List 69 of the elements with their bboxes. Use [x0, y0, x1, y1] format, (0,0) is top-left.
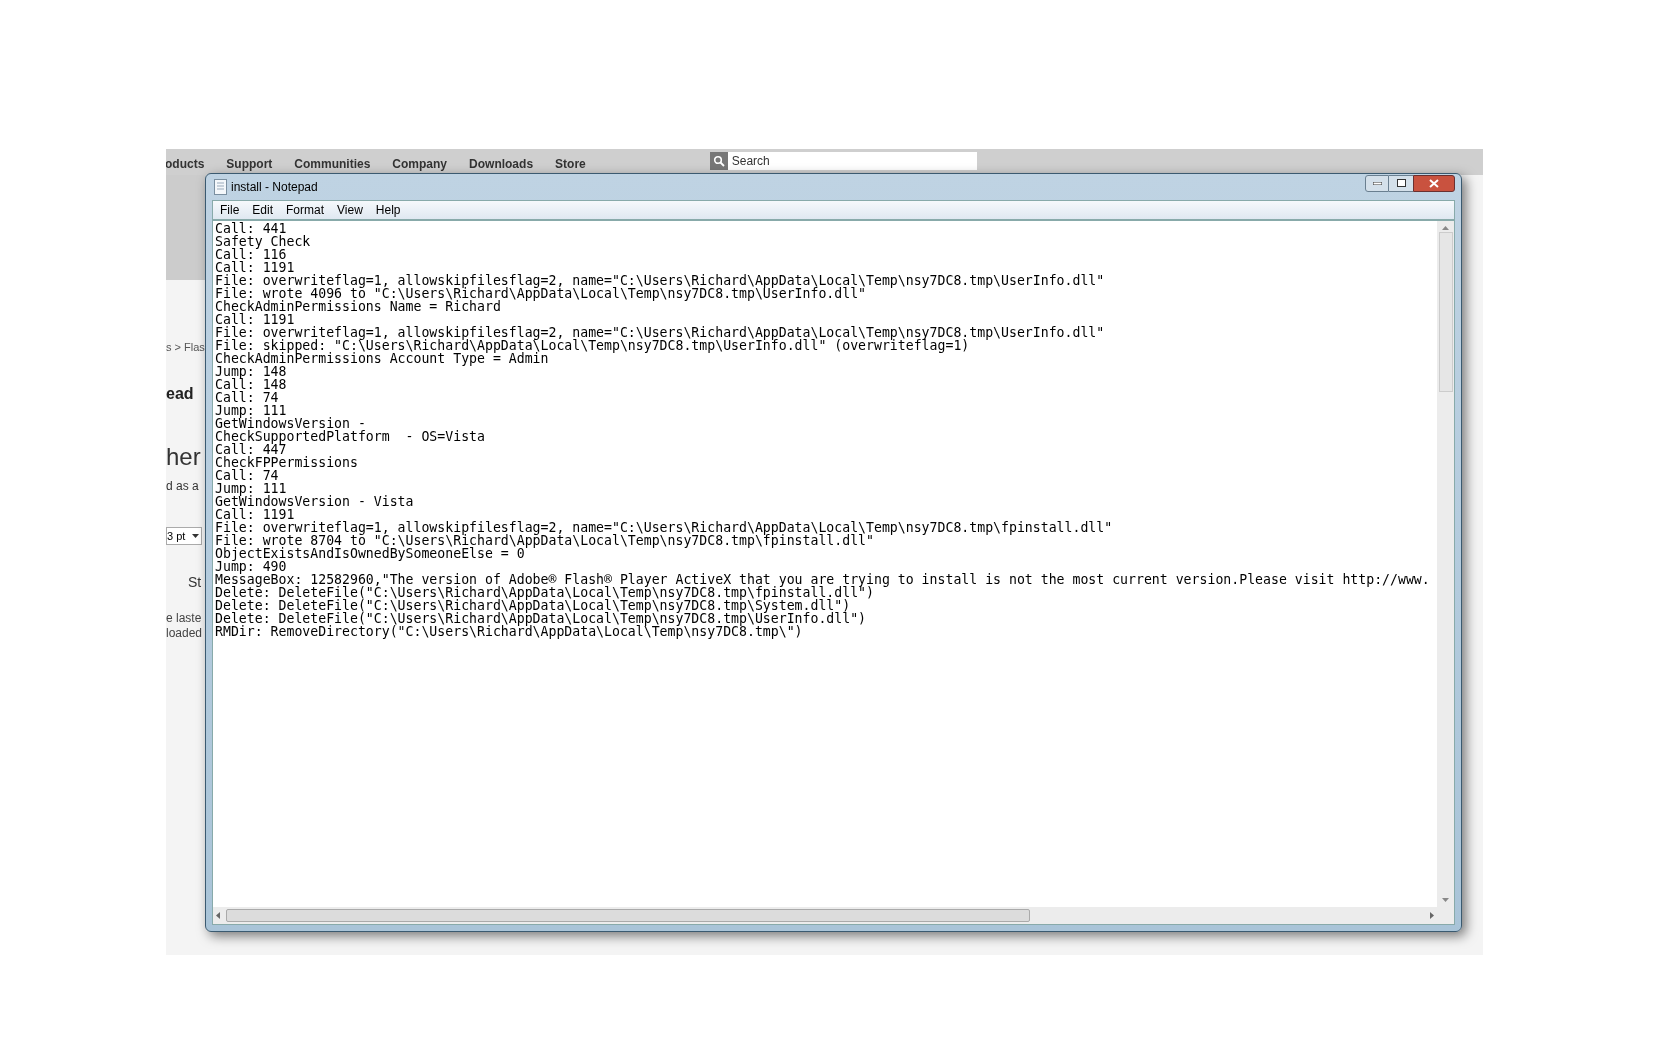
text-line: CheckSupportedPlatform - OS=Vista [215, 430, 485, 443]
text-line: ObjectExistsAndIsOwnedBySomeoneElse = 0 [215, 547, 525, 560]
text-line: File: overwriteflag=1, allowskipfilesflag=2, name="C:\Users\Richard\AppData\Local\Temp\nsy7DC8.tmp\fpinstall.dll" [215, 521, 1113, 534]
text-line: Call: 148 [215, 378, 287, 391]
scroll-up-icon [1442, 226, 1449, 230]
vertical-scrollbar[interactable] [1437, 221, 1454, 907]
font-size-dropdown[interactable]: 3 pt [166, 527, 202, 545]
scroll-thumb[interactable] [226, 909, 1030, 922]
text-line: Delete: DeleteFile("C:\Users\Richard\AppData\Local\Temp\nsy7DC8.tmp\UserInfo.dll") [215, 612, 867, 625]
text-line: MessageBox: 12582960,"The version of Adobe® Flash® Player ActiveX that you are trying to install is not the most current version.Please visit http://www. [215, 573, 1430, 586]
text-line: Delete: DeleteFile("C:\Users\Richard\AppData\Local\Temp\nsy7DC8.tmp\System.dll") [215, 599, 851, 612]
nav-link[interactable]: Store [555, 155, 586, 173]
caret-icon [192, 534, 199, 538]
menu-item[interactable]: View [337, 201, 363, 219]
text-line: GetWindowsVersion - [215, 417, 366, 430]
nav-link[interactable]: Company [392, 155, 448, 173]
text-line: File: wrote 8704 to "C:\Users\Richard\AppData\Local\Temp\nsy7DC8.tmp\fpinstall.dll" [215, 534, 874, 547]
text-fragment: e laste [166, 611, 203, 626]
text-line: Safety Check [215, 235, 311, 248]
text-line: File: overwriteflag=1, allowskipfilesflag=2, name="C:\Users\Richard\AppData\Local\Temp\nsy7DC8.tmp\UserInfo.dll" [215, 326, 1105, 339]
text-line: GetWindowsVersion - Vista [215, 495, 414, 508]
text-line: Delete: DeleteFile("C:\Users\Richard\AppData\Local\Temp\nsy7DC8.tmp\fpinstall.dll") [215, 586, 874, 599]
text-line: Call: 441 [215, 222, 287, 235]
text-line: Call: 1191 [215, 313, 295, 326]
text-line: Jump: 148 [215, 365, 287, 378]
close-button[interactable] [1413, 174, 1455, 192]
text-line: CheckFPPermissions [215, 456, 358, 469]
scroll-right-icon [1430, 912, 1434, 919]
text-line: File: skipped: "C:\Users\Richard\AppData\Local\Temp\nsy7DC8.tmp\UserInfo.dll" (overwriteflag=1) [215, 339, 970, 352]
scroll-thumb[interactable] [1438, 232, 1453, 392]
minimize-icon [1372, 181, 1382, 185]
text-line: Call: 74 [215, 469, 279, 482]
nav-link[interactable]: Support [226, 155, 273, 173]
text-line: Jump: 111 [215, 404, 287, 417]
large-heading-fragment: her [166, 442, 201, 472]
text-line: CheckAdminPermissions Account Type = Admin [215, 352, 549, 365]
text-line: File: wrote 4096 to "C:\Users\Richard\AppData\Local\Temp\nsy7DC8.tmp\UserInfo.dll" [215, 287, 867, 300]
text-line: Call: 116 [215, 248, 287, 261]
text-line: Jump: 490 [215, 560, 287, 573]
breadcrumb: s > Flas [166, 340, 205, 355]
maximize-icon [1396, 179, 1406, 187]
search-field[interactable]: Search [727, 152, 977, 170]
maximize-button[interactable] [1389, 174, 1413, 192]
notepad-icon [214, 179, 227, 195]
nav-link[interactable]: Communities [294, 155, 371, 173]
text-line: CheckAdminPermissions Name = Richard [215, 300, 501, 313]
scroll-left-icon [216, 912, 220, 919]
menu-item[interactable]: Edit [252, 201, 274, 219]
nav-link[interactable]: oducts [166, 155, 205, 173]
text-line: Call: 74 [215, 391, 279, 404]
text-line: Call: 447 [215, 443, 287, 456]
menu-item[interactable]: Help [375, 201, 401, 219]
text-line: Call: 1191 [215, 261, 295, 274]
text-line: RMDir: RemoveDirectory("C:\Users\Richard\AppData\Local\Temp\nsy7DC8.tmp\") [215, 625, 803, 638]
menu-item[interactable]: Format [286, 201, 325, 219]
close-icon [1429, 178, 1439, 188]
search-icon [709, 152, 728, 170]
heading-fragment: ead [166, 384, 194, 404]
text-line: Call: 1191 [215, 508, 295, 521]
horizontal-scrollbar[interactable] [213, 907, 1437, 924]
nav-link[interactable]: Downloads [469, 155, 534, 173]
style-fragment: St [188, 573, 202, 592]
text-fragment: d as a [166, 478, 199, 495]
text-fragment: loaded [166, 626, 203, 641]
scroll-down-icon [1442, 898, 1449, 902]
text-line: Jump: 111 [215, 482, 287, 495]
window-title: install - Notepad [231, 179, 318, 196]
text-line: File: overwriteflag=1, allowskipfilesflag=2, name="C:\Users\Richard\AppData\Local\Temp\nsy7DC8.tmp\UserInfo.dll" [215, 274, 1105, 287]
menu-item[interactable]: File [220, 201, 240, 219]
